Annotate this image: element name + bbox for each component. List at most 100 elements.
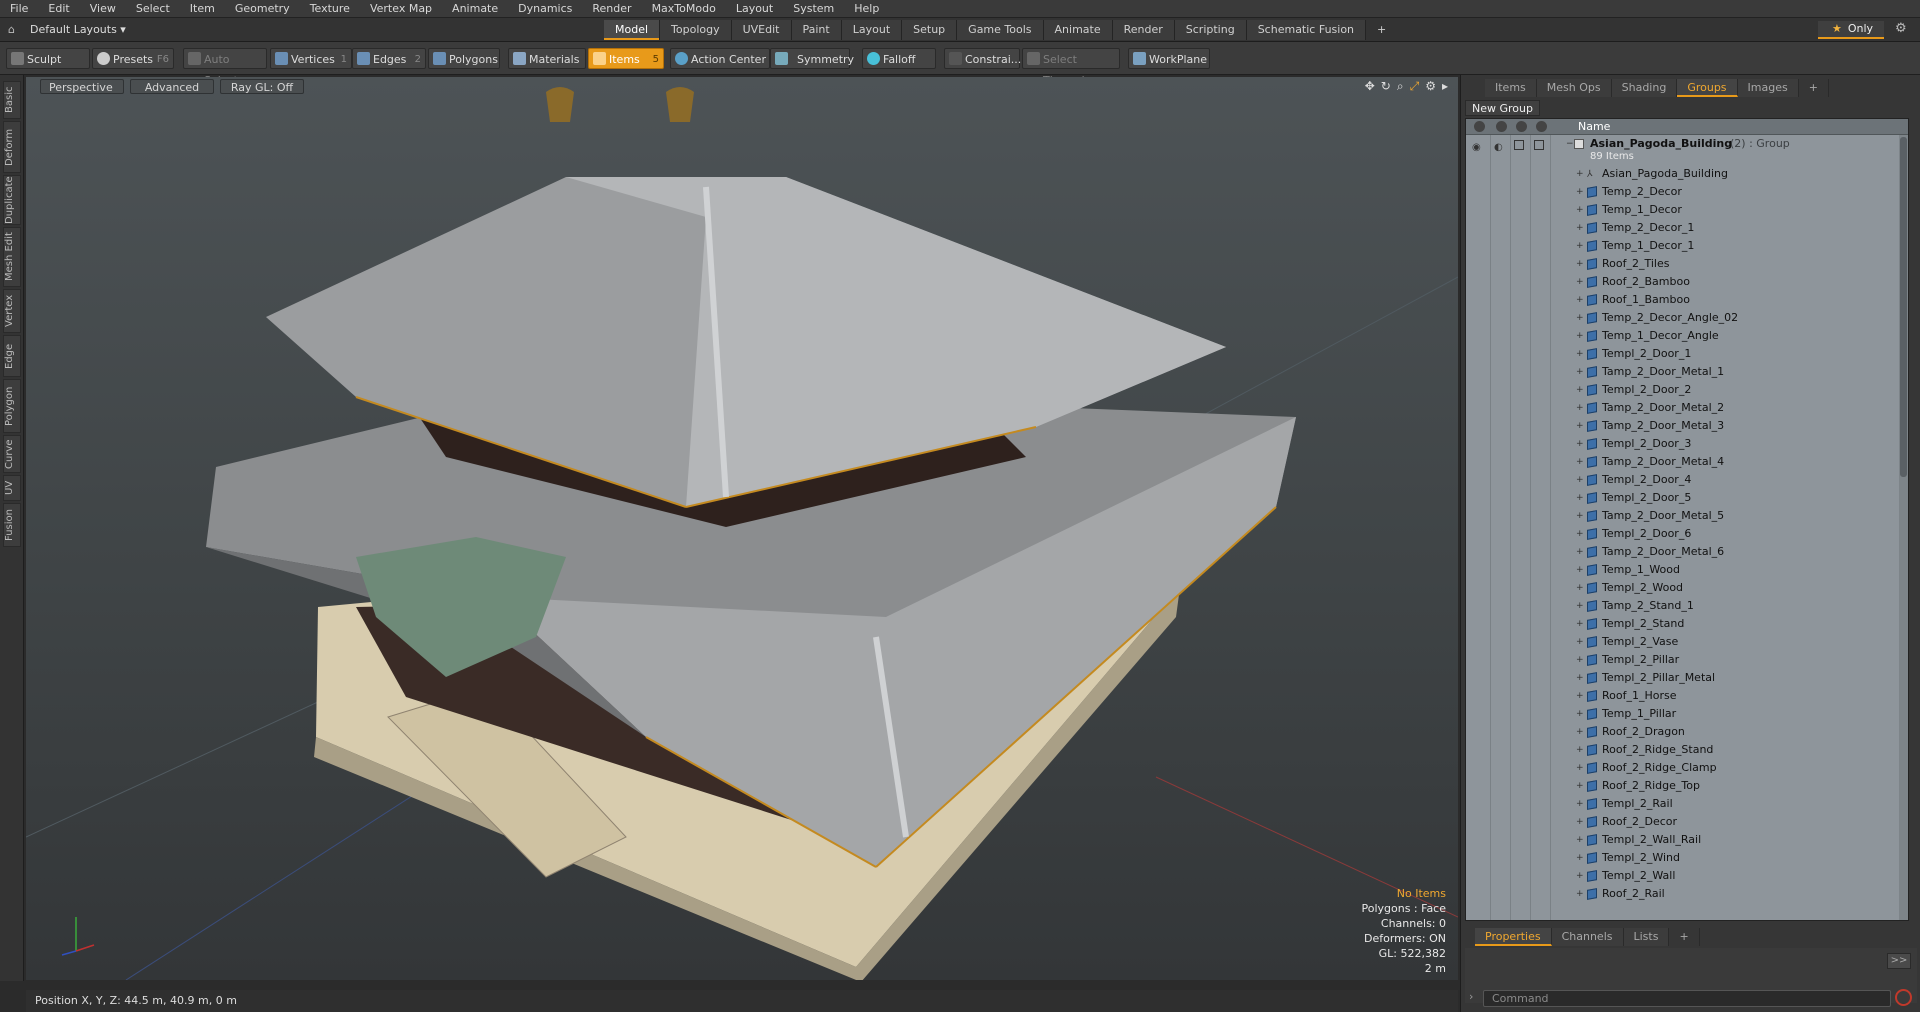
viewport-menu-icon[interactable]: ▸ xyxy=(1442,79,1448,94)
left-tab-vertex[interactable]: Vertex xyxy=(3,289,21,333)
list-item[interactable]: + Temp_2_Decor xyxy=(1466,183,1908,201)
expand-icon[interactable]: + xyxy=(1576,273,1584,291)
tab-items[interactable]: Items xyxy=(1485,79,1537,97)
list-item[interactable]: + Roof_2_Dragon xyxy=(1466,723,1908,741)
list-item[interactable]: + Tamp_2_Stand_1 xyxy=(1466,597,1908,615)
expand-icon[interactable]: + xyxy=(1576,381,1584,399)
menu-file[interactable]: File xyxy=(0,0,38,18)
expand-icon[interactable]: + xyxy=(1576,831,1584,849)
list-item[interactable]: + Templ_2_Door_4 xyxy=(1466,471,1908,489)
select-checkbox[interactable] xyxy=(1534,140,1544,150)
constrain-button[interactable]: Constrai... xyxy=(944,48,1021,69)
list-item[interactable]: + Roof_2_Rail xyxy=(1466,885,1908,903)
tab-properties[interactable]: Properties xyxy=(1475,928,1552,946)
list-item[interactable]: + Tamp_2_Door_Metal_6 xyxy=(1466,543,1908,561)
expand-icon[interactable]: + xyxy=(1576,633,1584,651)
tab-mesh-ops[interactable]: Mesh Ops xyxy=(1536,79,1612,97)
expand-icon[interactable]: + xyxy=(1576,885,1584,903)
rotate-view-icon[interactable]: ↻ xyxy=(1381,79,1391,94)
list-item[interactable]: + Roof_1_Bamboo xyxy=(1466,291,1908,309)
tab-shading[interactable]: Shading xyxy=(1611,79,1678,97)
list-item[interactable]: + Templ_2_Wood xyxy=(1466,579,1908,597)
list-item[interactable]: + Temp_1_Decor_Angle xyxy=(1466,327,1908,345)
expand-icon[interactable]: + xyxy=(1576,219,1584,237)
menu-item[interactable]: Item xyxy=(180,0,225,18)
auto-select-button[interactable]: Auto Select xyxy=(183,48,267,87)
expand-icon[interactable]: + xyxy=(1576,615,1584,633)
expand-icon[interactable]: + xyxy=(1576,759,1584,777)
lock-checkbox[interactable] xyxy=(1514,140,1524,150)
expand-icon[interactable]: + xyxy=(1576,309,1584,327)
list-item[interactable]: + Templ_2_Wall_Rail xyxy=(1466,831,1908,849)
shading-dropdown[interactable]: Advanced xyxy=(130,79,214,94)
left-tab-uv[interactable]: UV xyxy=(3,475,21,501)
expand-icon[interactable]: + xyxy=(1576,669,1584,687)
list-item[interactable]: + Temp_1_Decor_1 xyxy=(1466,237,1908,255)
menu-animate[interactable]: Animate xyxy=(442,0,508,18)
expand-icon[interactable]: + xyxy=(1576,687,1584,705)
only-button[interactable]: ★ Only xyxy=(1818,21,1884,39)
tab-schematic-fusion[interactable]: Schematic Fusion xyxy=(1246,20,1367,40)
left-tab-polygon[interactable]: Polygon xyxy=(3,379,21,433)
falloff-button[interactable]: Falloff xyxy=(862,48,936,69)
left-tab-deform[interactable]: Deform xyxy=(3,121,21,173)
expand-icon[interactable]: + xyxy=(1576,453,1584,471)
expand-icon[interactable]: + xyxy=(1576,327,1584,345)
add-panel-tab-button[interactable]: + xyxy=(1799,79,1829,97)
tab-game-tools[interactable]: Game Tools xyxy=(957,20,1044,40)
add-prop-tab-button[interactable]: + xyxy=(1669,928,1700,946)
viewport-settings-icon[interactable]: ⚙ xyxy=(1425,79,1436,94)
expand-icon[interactable]: + xyxy=(1576,543,1584,561)
move-view-icon[interactable]: ✥ xyxy=(1365,79,1375,94)
menu-dynamics[interactable]: Dynamics xyxy=(508,0,582,18)
list-item[interactable]: + Templ_2_Wind xyxy=(1466,849,1908,867)
menu-geometry[interactable]: Geometry xyxy=(225,0,300,18)
list-item[interactable]: + ⅄ Asian_Pagoda_Building xyxy=(1466,165,1908,183)
presets-button[interactable]: Presets F6 xyxy=(92,48,174,69)
menu-maxtomodo[interactable]: MaxToModo xyxy=(642,0,726,18)
list-item[interactable]: + Tamp_2_Door_Metal_4 xyxy=(1466,453,1908,471)
gear-icon[interactable]: ⚙ xyxy=(1895,21,1907,36)
list-item[interactable]: + Roof_2_Bamboo xyxy=(1466,273,1908,291)
tab-model[interactable]: Model xyxy=(604,20,661,40)
tab-render[interactable]: Render xyxy=(1112,20,1175,40)
expand-icon[interactable]: + xyxy=(1576,237,1584,255)
tab-groups[interactable]: Groups xyxy=(1677,79,1738,97)
list-item[interactable]: + Roof_2_Ridge_Stand xyxy=(1466,741,1908,759)
menu-select[interactable]: Select xyxy=(126,0,180,18)
menu-vertex-map[interactable]: Vertex Map xyxy=(360,0,442,18)
render-toggle-icon[interactable]: ◐ xyxy=(1494,139,1503,157)
tab-scripting[interactable]: Scripting xyxy=(1174,20,1247,40)
list-item[interactable]: + Templ_2_Door_1 xyxy=(1466,345,1908,363)
tab-paint[interactable]: Paint xyxy=(791,20,842,40)
expand-icon[interactable]: + xyxy=(1576,417,1584,435)
edges-button[interactable]: Edges 2 xyxy=(352,48,426,69)
layout-home-icon[interactable]: ⌂ xyxy=(8,23,22,37)
list-item[interactable]: + Temp_2_Decor_Angle_02 xyxy=(1466,309,1908,327)
expand-icon[interactable]: + xyxy=(1576,165,1584,183)
list-item[interactable]: + Temp_1_Decor xyxy=(1466,201,1908,219)
list-item[interactable]: + Templ_2_Door_2 xyxy=(1466,381,1908,399)
layout-dropdown[interactable]: Default Layouts ▾ xyxy=(30,22,126,38)
tab-setup[interactable]: Setup xyxy=(902,20,958,40)
tab-images[interactable]: Images xyxy=(1737,79,1799,97)
expand-icon[interactable]: + xyxy=(1576,435,1584,453)
expand-icon[interactable]: + xyxy=(1576,255,1584,273)
polygons-button[interactable]: Polygons xyxy=(428,48,500,69)
expand-icon[interactable]: + xyxy=(1576,849,1584,867)
new-group-button[interactable]: New Group xyxy=(1465,100,1540,116)
expand-icon[interactable]: + xyxy=(1576,345,1584,363)
stop-icon[interactable] xyxy=(1895,989,1912,1006)
tab-topology[interactable]: Topology xyxy=(660,20,732,40)
list-item[interactable]: + Temp_2_Decor_1 xyxy=(1466,219,1908,237)
menu-render[interactable]: Render xyxy=(582,0,641,18)
expand-icon[interactable]: + xyxy=(1576,471,1584,489)
list-item[interactable]: + Templ_2_Door_6 xyxy=(1466,525,1908,543)
workplane-button[interactable]: WorkPlane xyxy=(1128,48,1210,69)
list-item[interactable]: + Templ_2_Pillar_Metal xyxy=(1466,669,1908,687)
add-tab-button[interactable]: + xyxy=(1366,20,1397,40)
symmetry-button[interactable]: Symmetry xyxy=(770,48,854,69)
zoom-view-icon[interactable]: ⌕ xyxy=(1397,79,1404,94)
list-item[interactable]: + Roof_2_Ridge_Clamp xyxy=(1466,759,1908,777)
list-item[interactable]: + Roof_2_Decor xyxy=(1466,813,1908,831)
